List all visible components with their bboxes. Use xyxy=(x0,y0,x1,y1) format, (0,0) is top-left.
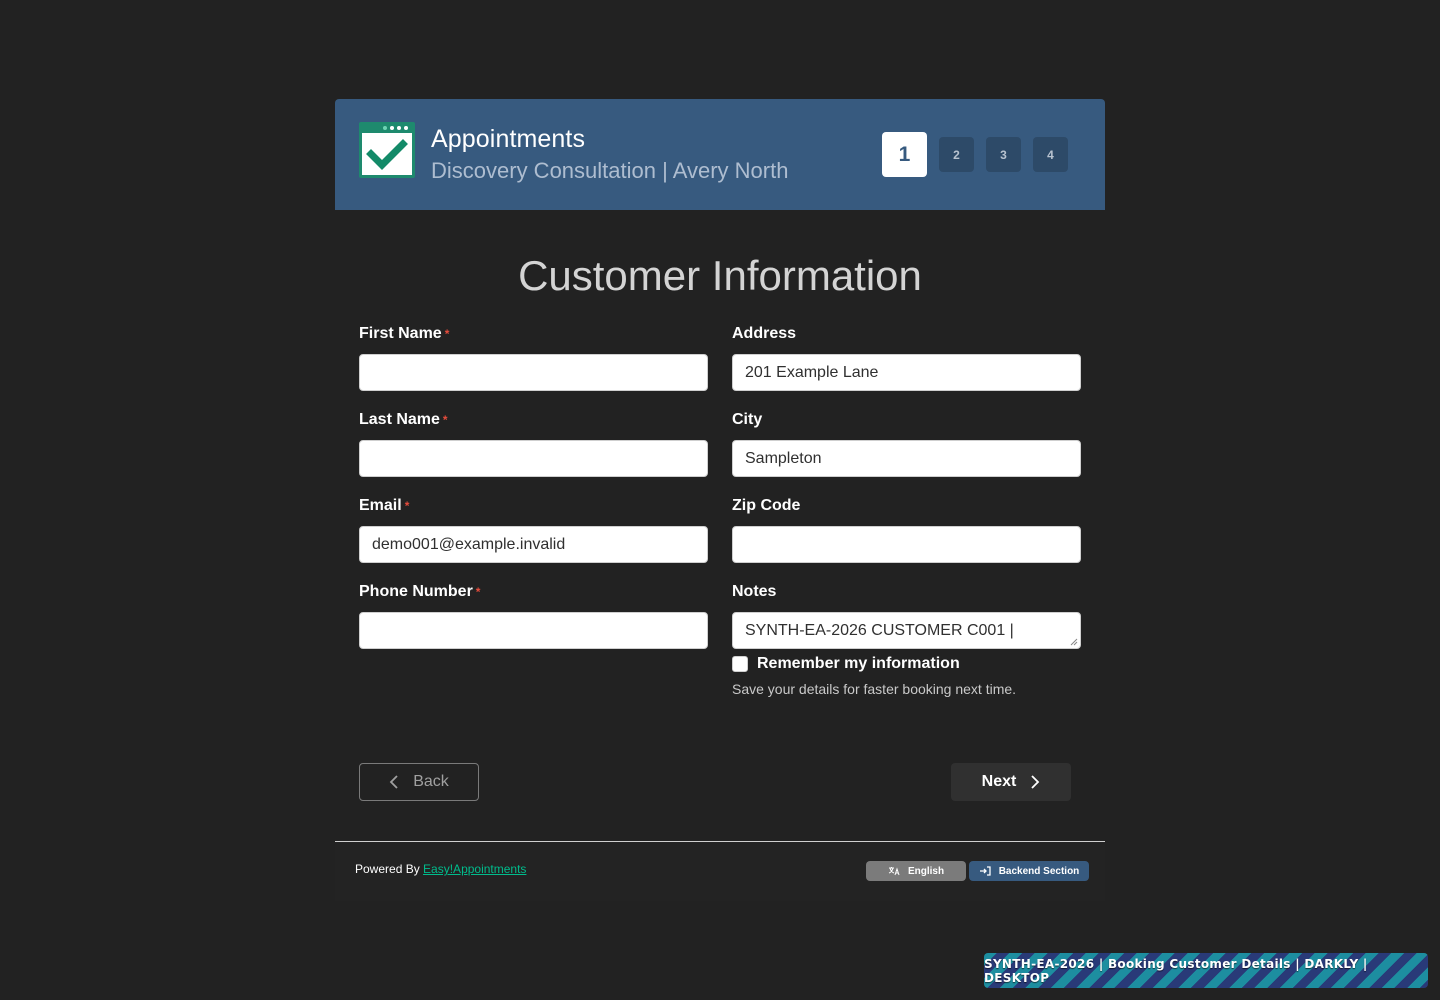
backend-label: Backend Section xyxy=(998,865,1080,877)
email-group: Email * demo001@example.invalid xyxy=(359,495,708,581)
address-group: Address 201 Example Lane xyxy=(732,323,1081,409)
resize-handle-icon[interactable] xyxy=(1070,638,1078,646)
notes-textarea[interactable]: SYNTH-EA-2026 CUSTOMER C001 | xyxy=(732,612,1081,649)
language-button[interactable]: English xyxy=(866,861,966,881)
language-label: English xyxy=(907,865,945,877)
notes-label: Notes xyxy=(732,583,777,600)
chevron-right-icon xyxy=(1031,775,1040,789)
email-input[interactable]: demo001@example.invalid xyxy=(359,526,708,563)
city-label: City xyxy=(732,411,763,428)
zip-input[interactable] xyxy=(732,526,1081,563)
powered-by: Powered By Easy!Appointments xyxy=(355,862,527,876)
last-name-input[interactable] xyxy=(359,440,708,477)
form-left-column: First Name * Last Name * Email * demo001@ex… xyxy=(359,323,708,667)
back-button[interactable]: Back xyxy=(359,763,479,801)
phone-label: Phone Number * xyxy=(359,583,481,600)
address-label: Address xyxy=(732,325,797,342)
first-name-label: First Name * xyxy=(359,325,450,342)
header-title: Appointments xyxy=(431,125,586,153)
wizard-footer: Powered By Easy!Appointments English Bac… xyxy=(335,841,1105,901)
last-name-group: Last Name * xyxy=(359,409,708,495)
remember-helper-text: Save your details for faster booking nex… xyxy=(732,681,1017,697)
remember-info[interactable]: Remember my information xyxy=(732,655,1081,673)
next-button[interactable]: Next xyxy=(951,763,1071,801)
notes-group: Notes SYNTH-EA-2026 CUSTOMER C001 | xyxy=(732,581,1081,649)
last-name-label: Last Name * xyxy=(359,411,448,428)
city-input[interactable]: Sampleton xyxy=(732,440,1081,477)
easyappointments-link[interactable]: Easy!Appointments xyxy=(423,862,526,876)
back-label: Back xyxy=(413,773,449,790)
sign-in-icon xyxy=(979,866,991,876)
form-right-column: Address 201 Example Lane City Sampleton … xyxy=(732,323,1081,697)
remember-label: Remember my information xyxy=(757,655,960,672)
phone-group: Phone Number * xyxy=(359,581,708,667)
remember-checkbox[interactable] xyxy=(732,656,748,672)
required-mark: * xyxy=(475,585,481,599)
step-3[interactable]: 3 xyxy=(986,137,1021,172)
address-input[interactable]: 201 Example Lane xyxy=(732,354,1081,391)
next-label: Next xyxy=(981,773,1017,790)
booking-wizard: Appointments Discovery Consultation | Av… xyxy=(335,99,1105,901)
section-title: Customer Information xyxy=(518,252,922,299)
backend-section-button[interactable]: Backend Section xyxy=(969,861,1089,881)
step-2[interactable]: 2 xyxy=(939,137,974,172)
required-mark: * xyxy=(444,327,450,341)
calendar-check-icon xyxy=(359,122,415,178)
header-subtitle: Discovery Consultation | Avery North xyxy=(431,158,789,183)
wizard-steps: 1 2 3 4 xyxy=(882,132,1068,177)
chevron-left-icon xyxy=(389,775,398,789)
required-mark: * xyxy=(442,413,448,427)
step-1[interactable]: 1 xyxy=(882,132,927,177)
zip-group: Zip Code xyxy=(732,495,1081,581)
wizard-header: Appointments Discovery Consultation | Av… xyxy=(335,99,1105,210)
environment-badge: SYNTH-EA-2026 | Booking Customer Details… xyxy=(984,953,1428,988)
first-name-group: First Name * xyxy=(359,323,708,409)
city-group: City Sampleton xyxy=(732,409,1081,495)
first-name-input[interactable] xyxy=(359,354,708,391)
translate-icon xyxy=(888,867,900,876)
phone-input[interactable] xyxy=(359,612,708,649)
step-4[interactable]: 4 xyxy=(1033,137,1068,172)
email-label: Email * xyxy=(359,497,410,514)
required-mark: * xyxy=(404,499,410,513)
zip-label: Zip Code xyxy=(732,497,801,514)
notes-value: SYNTH-EA-2026 CUSTOMER C001 | xyxy=(745,622,1014,639)
